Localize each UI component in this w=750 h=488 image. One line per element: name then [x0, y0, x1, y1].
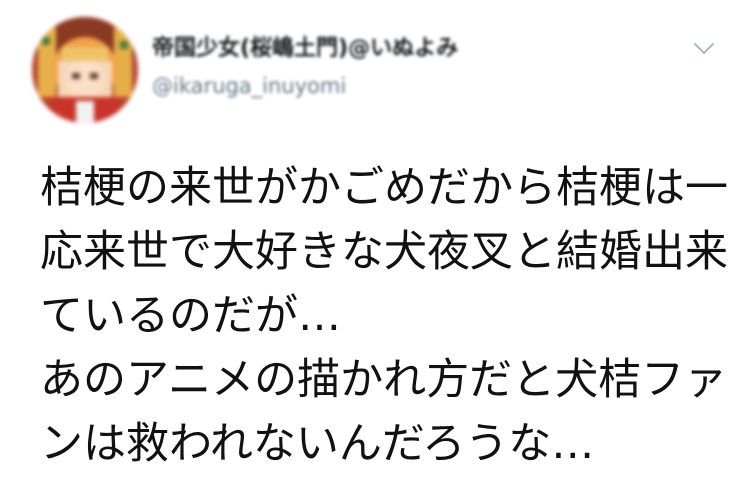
avatar-image — [32, 17, 138, 123]
tweet-text-line: 桔梗の来世がかごめだから桔梗は一 — [40, 163, 728, 213]
tweet-text: 桔梗の来世がかごめだから桔梗は一 応来世で大好きな犬夜叉と結婚出来 ているのだが… — [40, 156, 730, 476]
tweet-text-line: 応来世で大好きな犬夜叉と結婚出来 — [40, 227, 728, 277]
tweet-card: 帝国少女(桜嶋土門)@いぬよみ @ikaruga_inuyomi 桔梗の来世がか… — [0, 0, 750, 488]
tweet-text-line: ているのだが… — [40, 291, 341, 341]
tweet-text-line: ンは救われないんだろうな… — [40, 419, 595, 469]
display-name[interactable]: 帝国少女(桜嶋土門)@いぬよみ — [152, 30, 458, 62]
chevron-down-icon[interactable] — [690, 38, 718, 58]
avatar[interactable] — [32, 17, 138, 123]
user-handle[interactable]: @ikaruga_inuyomi — [152, 74, 346, 98]
tweet-text-line: あのアニメの描かれ方だと犬桔ファ — [40, 355, 728, 405]
